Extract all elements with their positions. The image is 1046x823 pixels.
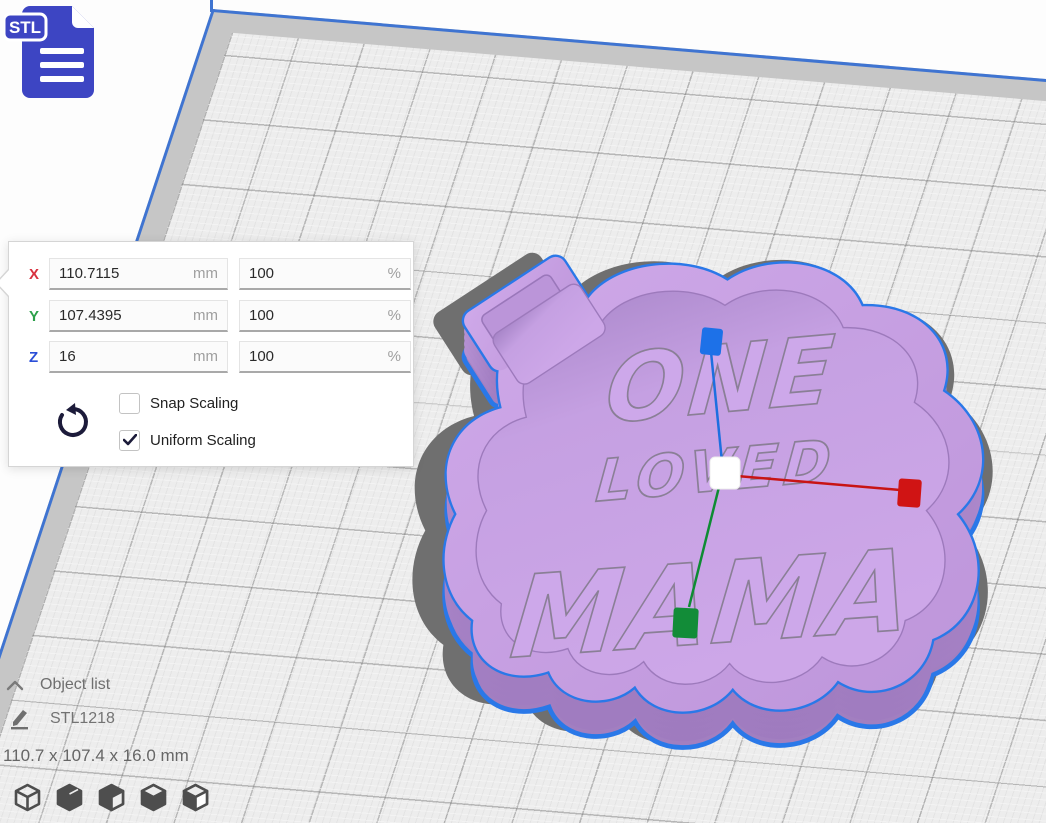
x-percent-unit: % (388, 265, 401, 282)
cube-3d-icon (12, 782, 43, 813)
model-dimensions: 110.7 x 107.4 x 16.0 mm (3, 746, 189, 766)
pencil-icon (10, 708, 30, 730)
reset-rotate-icon (54, 402, 92, 442)
view-front-button[interactable] (54, 782, 85, 813)
z-mm-field[interactable]: mm (49, 341, 228, 373)
snap-scaling-checkbox[interactable] (119, 393, 140, 414)
z-scale-handle[interactable] (700, 327, 724, 356)
camera-view-toolbar (12, 782, 211, 813)
view-right-button[interactable] (180, 782, 211, 813)
axis-label-z: Z (29, 349, 45, 366)
y-scale-handle[interactable] (672, 607, 699, 638)
y-mm-field[interactable]: mm (49, 300, 228, 332)
cube-right-icon (180, 782, 211, 813)
x-percent-input[interactable] (249, 259, 368, 287)
y-percent-input[interactable] (249, 301, 368, 329)
cube-front-icon (54, 782, 85, 813)
y-mm-unit: mm (193, 307, 218, 324)
reset-scale-button[interactable] (54, 402, 92, 442)
y-percent-unit: % (388, 307, 401, 324)
snap-scaling-label: Snap Scaling (150, 395, 238, 412)
uniform-scaling-checkbox[interactable] (119, 430, 140, 451)
center-scale-handle[interactable] (710, 457, 740, 489)
scale-row-y: Y mm % (9, 300, 413, 332)
scale-row-x: X mm % (9, 258, 413, 290)
z-percent-field[interactable]: % (239, 341, 411, 373)
axis-label-y: Y (29, 308, 45, 325)
cube-top-icon (96, 782, 127, 813)
z-mm-unit: mm (193, 348, 218, 365)
uniform-scaling-label: Uniform Scaling (150, 432, 256, 449)
panel-notch (0, 268, 9, 298)
view-left-button[interactable] (138, 782, 169, 813)
view-3d-button[interactable] (12, 782, 43, 813)
uniform-scaling-row: Uniform Scaling (119, 428, 256, 452)
checkmark-icon (123, 434, 137, 446)
x-scale-handle[interactable] (897, 478, 922, 508)
cura-workspace: ONE LOVED MAMA STL X mm (0, 0, 1046, 823)
x-percent-field[interactable]: % (239, 258, 411, 290)
stl-badge-label: STL (9, 18, 41, 37)
object-list-label: Object list (40, 676, 110, 694)
view-top-button[interactable] (96, 782, 127, 813)
x-mm-unit: mm (193, 265, 218, 282)
x-mm-field[interactable]: mm (49, 258, 228, 290)
axis-label-x: X (29, 266, 45, 283)
y-mm-input[interactable] (59, 301, 183, 329)
object-list-item[interactable]: STL1218 (10, 708, 115, 730)
z-percent-input[interactable] (249, 342, 368, 370)
z-mm-input[interactable] (59, 342, 183, 370)
x-mm-input[interactable] (59, 259, 183, 287)
snap-scaling-row: Snap Scaling (119, 391, 238, 415)
y-percent-field[interactable]: % (239, 300, 411, 332)
scale-row-z: Z mm % (9, 341, 413, 373)
object-name: STL1218 (50, 710, 115, 728)
z-percent-unit: % (388, 348, 401, 365)
object-list-toggle[interactable]: Object list (6, 676, 110, 694)
cube-left-icon (138, 782, 169, 813)
stl-file-icon: STL (4, 2, 100, 100)
chevron-up-icon (6, 679, 24, 691)
